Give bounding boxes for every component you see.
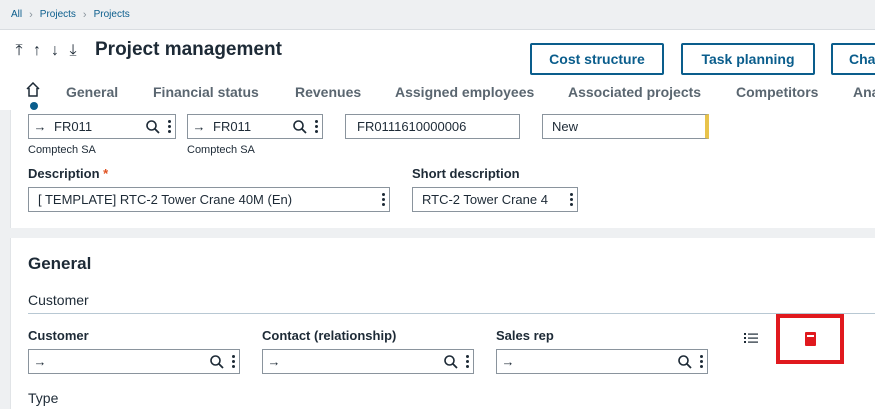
tab-financial-status[interactable]: Financial status [153,84,259,100]
search-icon[interactable] [145,119,161,135]
breadcrumb-projects[interactable]: Projects [40,9,76,20]
highlight-box [776,314,844,364]
description-field[interactable]: [ TEMPLATE] RTC-2 Tower Crane 40M (En) [28,187,390,212]
active-tab-indicator [30,102,38,110]
book-icon[interactable] [804,332,816,346]
site-field-1[interactable]: → FR011 [28,114,176,139]
tab-bar: General Financial status Revenues Assign… [0,82,875,110]
last-record-icon[interactable]: ⤓ [67,42,79,60]
search-icon[interactable] [443,354,459,370]
breadcrumb: All › Projects › Projects [0,0,875,30]
customer-label: Customer [28,328,89,343]
project-identification-section: → FR011 Comptech SA → FR011 Comptech SA … [10,110,875,228]
sales-rep-label: Sales rep [496,328,554,343]
page-header: ⤒ ↑ ↓ ⤓ Project management Cost structur… [0,30,875,110]
arrow-right-icon[interactable]: → [29,119,51,134]
next-record-icon[interactable]: ↓ [49,42,61,60]
contact-label: Contact (relationship) [262,328,397,343]
chevron-right-icon: › [82,8,87,21]
customer-field[interactable]: → [28,349,240,374]
customer-block-title: Customer [28,292,89,308]
charts-button[interactable]: Cha [831,43,875,75]
arrow-right-icon[interactable]: → [29,354,51,369]
breadcrumb-projects-current[interactable]: Projects [94,9,130,20]
tab-associated-projects[interactable]: Associated projects [568,84,701,100]
short-description-field[interactable]: RTC-2 Tower Crane 4 [412,187,578,212]
tab-competitors[interactable]: Competitors [736,84,818,100]
more-options-icon[interactable] [695,355,707,368]
description-value: [ TEMPLATE] RTC-2 Tower Crane 40M (En) [38,192,293,207]
project-number-field[interactable]: FR0111610000006 [345,114,520,139]
tab-general[interactable]: General [66,84,118,100]
record-navigation: ⤒ ↑ ↓ ⤓ [13,42,79,60]
sales-rep-field[interactable]: → [496,349,708,374]
site-company-1: Comptech SA [28,144,96,156]
breadcrumb-all[interactable]: All [11,9,22,20]
site-company-2: Comptech SA [187,144,255,156]
short-description-label: Short description [412,166,520,181]
chevron-right-icon: › [29,8,33,21]
section-divider [28,313,875,314]
description-label: Description * [28,166,109,181]
task-planning-button[interactable]: Task planning [681,43,815,75]
arrow-right-icon[interactable]: → [497,354,519,369]
arrow-right-icon[interactable]: → [263,354,285,369]
search-icon[interactable] [677,354,693,370]
home-icon[interactable] [26,82,40,98]
tab-analysis[interactable]: Ana [853,84,875,100]
more-options-icon[interactable] [461,355,473,368]
short-description-value: RTC-2 Tower Crane 4 [422,192,548,207]
search-icon[interactable] [292,119,308,135]
site-field-2[interactable]: → FR011 [187,114,323,139]
cost-structure-button[interactable]: Cost structure [530,43,664,75]
site-value-2: FR011 [213,119,252,134]
first-record-icon[interactable]: ⤒ [13,42,25,60]
type-label: Type [28,390,59,406]
page-title: Project management [95,39,282,60]
previous-record-icon[interactable]: ↑ [31,42,43,60]
project-number-value: FR0111610000006 [357,119,467,134]
arrow-right-icon[interactable]: → [188,119,210,134]
list-icon[interactable] [744,332,758,344]
status-field: New [542,114,709,139]
more-options-icon[interactable] [310,120,322,133]
more-options-icon[interactable] [377,193,389,206]
site-value-1: FR011 [54,119,93,134]
tab-revenues[interactable]: Revenues [295,84,361,100]
more-options-icon[interactable] [565,193,577,206]
more-options-icon[interactable] [227,355,239,368]
more-options-icon[interactable] [163,120,175,133]
search-icon[interactable] [209,354,225,370]
general-section-title: General [28,254,92,273]
general-section: General Customer Customer → Contact (rel… [10,238,875,409]
contact-field[interactable]: → [262,349,474,374]
tab-assigned-employees[interactable]: Assigned employees [395,84,534,100]
